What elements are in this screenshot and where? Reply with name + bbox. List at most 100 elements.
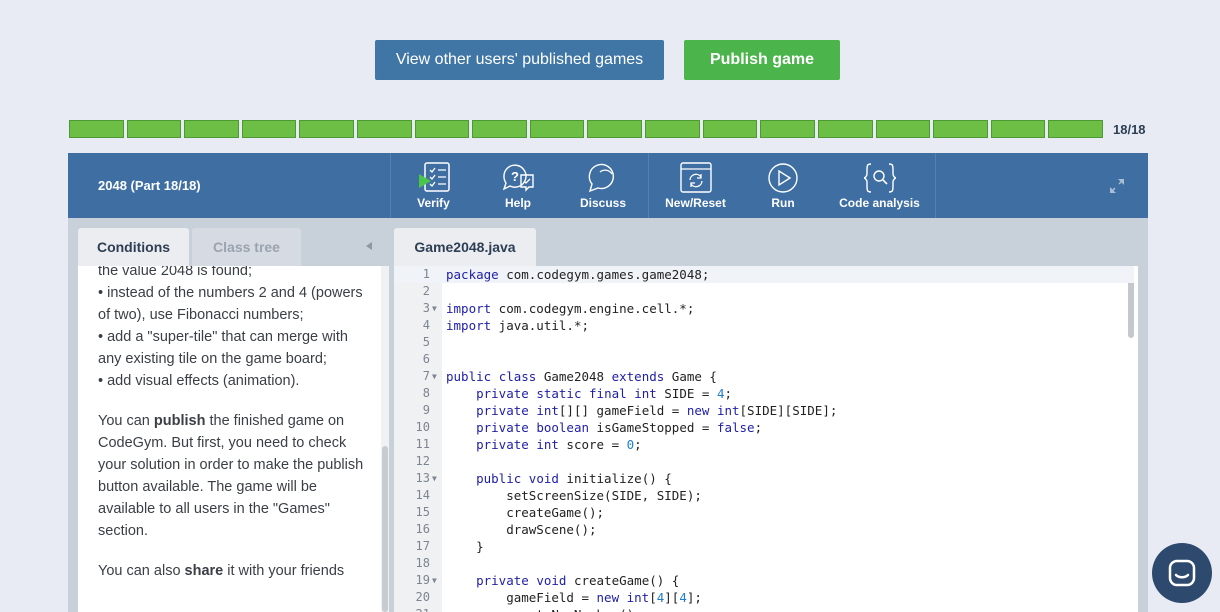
line-number: 7 — [422, 369, 430, 383]
progress-segment — [1048, 120, 1103, 138]
line-number: 10 — [415, 420, 430, 434]
fold-arrow-icon[interactable]: ▼ — [432, 572, 437, 589]
reset-icon — [679, 162, 712, 193]
line-number: 12 — [415, 454, 430, 468]
run-button[interactable]: Run — [742, 153, 824, 218]
progress-label: 18/18 — [1113, 122, 1146, 137]
svg-text:?: ? — [511, 169, 519, 184]
progress-segment — [875, 120, 931, 138]
code-line[interactable]: 8 private static final int SIDE = 4; — [394, 385, 1134, 402]
ide-body: Conditions Class tree the value 2048 is … — [68, 218, 1148, 612]
code-line[interactable]: 7 ▼ public class Game2048 extends Game { — [394, 368, 1134, 385]
discuss-icon — [588, 163, 615, 193]
code-analysis-button[interactable]: Code analysis — [824, 153, 936, 218]
discuss-button[interactable]: Discuss — [560, 153, 646, 218]
fold-arrow-icon[interactable]: ▼ — [432, 470, 437, 487]
code-line[interactable]: 11 private int score = 0; — [394, 436, 1134, 453]
conditions-list: the value 2048 is found; • instead of th… — [98, 266, 369, 392]
ide-toolbar: 2048 (Part 18/18) Verify ? Help Discuss — [68, 153, 1148, 218]
line-number: 17 — [415, 539, 430, 553]
code-text: createGame(); — [446, 505, 605, 520]
line-number: 11 — [415, 437, 430, 451]
code-line[interactable]: 12 — [394, 453, 1134, 470]
line-number: 3 — [422, 301, 430, 315]
publish-game-button[interactable]: Publish game — [684, 40, 840, 80]
tab-conditions[interactable]: Conditions — [78, 228, 189, 266]
code-line[interactable]: 6 — [394, 351, 1134, 368]
condition-line: • instead of the numbers 2 and 4 (powers… — [98, 285, 363, 323]
code-text: createNewNumber(); — [446, 606, 641, 612]
line-number: 16 — [415, 522, 430, 536]
progress-segment — [184, 120, 239, 138]
code-text: gameField = new int[4][4]; — [446, 590, 702, 605]
conditions-scrollbar[interactable] — [381, 266, 389, 612]
code-line[interactable]: 17 } — [394, 538, 1134, 555]
discuss-label: Discuss — [579, 196, 627, 210]
code-line[interactable]: 4 import java.util.*; — [394, 317, 1134, 334]
code-text: setScreenSize(SIDE, SIDE); — [446, 488, 702, 503]
code-line[interactable]: 16 drawScene(); — [394, 521, 1134, 538]
code-text: private boolean isGameStopped = false; — [476, 420, 763, 435]
condition-line: the value 2048 is found; — [98, 266, 252, 279]
code-analysis-icon — [863, 163, 896, 193]
tab-game2048-java[interactable]: Game2048.java — [394, 228, 536, 266]
line-number: 15 — [415, 505, 430, 519]
help-icon: ? — [502, 164, 534, 192]
code-text: private static final int SIDE = 4; — [476, 386, 733, 401]
code-line[interactable]: 18 — [394, 555, 1134, 572]
help-button[interactable]: ? Help — [476, 153, 560, 218]
code-text: private int[][] gameField = new int[SIDE… — [476, 403, 838, 418]
verify-button[interactable]: Verify — [390, 153, 476, 218]
code-text: private int score = 0; — [476, 437, 642, 452]
code-line[interactable]: 20 gameField = new int[4][4]; — [394, 589, 1134, 606]
line-number: 8 — [422, 386, 430, 400]
fold-arrow-icon[interactable]: ▼ — [432, 300, 437, 317]
code-text: public void initialize() { — [476, 471, 672, 486]
chat-button[interactable] — [1152, 543, 1212, 603]
collapse-panel-icon[interactable] — [366, 242, 372, 250]
line-number: 13 — [415, 471, 430, 485]
condition-line: • add visual effects (animation). — [98, 373, 300, 389]
line-number: 21 — [394, 606, 430, 612]
code-line[interactable]: 14 setScreenSize(SIDE, SIDE); — [394, 487, 1134, 504]
progress-segment — [645, 120, 700, 138]
code-line[interactable]: 13 ▼ public void initialize() { — [394, 470, 1134, 487]
code-line[interactable]: 21 createNewNumber(); — [394, 606, 1134, 612]
progress-segment — [760, 120, 815, 138]
new-reset-button[interactable]: New/Reset — [648, 153, 742, 218]
fold-arrow-icon[interactable]: ▼ — [432, 368, 437, 385]
code-analysis-label: Code analysis — [839, 196, 920, 210]
code-line[interactable]: 1 package com.codegym.games.game2048; — [394, 266, 1134, 283]
publish-paragraph: You can publish the finished game on Cod… — [98, 413, 364, 539]
progress-segment — [817, 120, 873, 138]
run-icon — [768, 163, 798, 193]
run-label: Run — [771, 196, 795, 210]
code-text: drawScene(); — [446, 522, 597, 537]
progress-segment — [933, 120, 988, 138]
code-line[interactable]: 19 ▼ private void createGame() { — [394, 572, 1134, 589]
verify-icon — [418, 162, 450, 192]
tab-class-tree[interactable]: Class tree — [192, 228, 301, 266]
code-editor[interactable]: 1 package com.codegym.games.game2048; 2 3 ▼ i… — [394, 266, 1138, 612]
progress-segment — [299, 120, 355, 138]
view-published-games-button[interactable]: View other users' published games — [375, 40, 664, 80]
code-line[interactable]: 2 — [394, 283, 1134, 300]
code-line[interactable]: 10 private boolean isGameStopped = false… — [394, 419, 1134, 436]
task-progress-bar — [69, 120, 1103, 138]
line-number: 5 — [422, 335, 430, 349]
line-number: 18 — [415, 556, 430, 570]
code-line[interactable]: 5 — [394, 334, 1134, 351]
code-line[interactable]: 15 createGame(); — [394, 504, 1134, 521]
fullscreen-icon[interactable] — [1108, 177, 1126, 195]
share-paragraph: You can also share it with your friends — [98, 563, 345, 579]
line-number: 6 — [422, 352, 430, 366]
progress-segment — [69, 120, 124, 138]
progress-segment — [529, 120, 585, 138]
line-number: 2 — [422, 284, 430, 298]
code-line[interactable]: 3 ▼ import com.codegym.engine.cell.*; — [394, 300, 1134, 317]
line-number: 14 — [415, 488, 430, 502]
left-panel-tabs: Conditions Class tree — [78, 228, 301, 266]
task-title: 2048 (Part 18/18) — [98, 178, 201, 193]
code-line[interactable]: 9 private int[][] gameField = new int[SI… — [394, 402, 1134, 419]
code-text: private void createGame() { — [476, 573, 680, 588]
